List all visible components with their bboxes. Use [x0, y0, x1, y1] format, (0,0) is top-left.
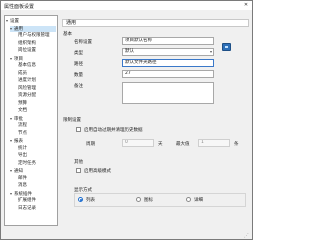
- tree-item-label: 系统插件: [14, 191, 32, 197]
- mode-radio-list-label: 列表: [86, 198, 95, 203]
- path-input[interactable]: 默认文件夹路径: [122, 59, 214, 67]
- tree-item-label: 消息: [18, 183, 27, 188]
- close-button[interactable]: ✕: [241, 2, 251, 9]
- tree-item[interactable]: 扩展组件: [14, 198, 56, 204]
- tree-item-label: 岗位设置: [18, 48, 36, 53]
- max-label: 最大值: [176, 142, 190, 147]
- advanced-checkbox[interactable]: [76, 168, 81, 173]
- type-select-value: 默认: [125, 49, 134, 54]
- picker-icon[interactable]: [222, 43, 231, 51]
- tree-item-label: 资源分配: [18, 93, 36, 98]
- type-label: 类型: [74, 51, 83, 56]
- mode-radio-icon-label: 图标: [144, 198, 153, 203]
- settings-panel: 通用 基本 名称设置 项目默认名称 类型 默认 ▾ 路径 默认文件夹路径 数量 …: [62, 19, 249, 223]
- tree-item[interactable]: ▾ 项目: [10, 56, 56, 62]
- mode-frame: [74, 193, 246, 207]
- tree-item[interactable]: 节点: [14, 131, 56, 137]
- tree-item-label: 通用: [14, 26, 23, 32]
- tree-item-label: 审批: [14, 116, 23, 122]
- mode-radio-detail-label: 详细: [194, 198, 203, 203]
- mode-radio-icon[interactable]: [136, 197, 141, 202]
- mode-radio-detail[interactable]: [186, 197, 191, 202]
- note-label: 备注: [74, 84, 83, 89]
- tree-item[interactable]: 定时任务: [14, 161, 56, 167]
- tree-item-label: 统计: [18, 145, 27, 151]
- window-title: 属性面板设置: [4, 4, 35, 10]
- note-textarea[interactable]: [122, 82, 214, 104]
- enable-label: 启用自动过期并清理历史数据: [84, 128, 143, 133]
- period-unit: 天: [158, 142, 163, 147]
- tree-item-label: 定时任务: [18, 160, 36, 166]
- resize-grip-icon[interactable]: ⋰: [244, 233, 249, 239]
- tree-item[interactable]: 文档: [14, 108, 56, 114]
- tree-item-label: 设置: [10, 19, 19, 24]
- tree-item[interactable]: 用户与权限管理: [14, 33, 56, 39]
- tree-item[interactable]: ▾ 报表: [10, 138, 56, 144]
- count-label: 数量: [74, 73, 83, 78]
- tree-item[interactable]: 消息: [14, 183, 56, 189]
- tree-item[interactable]: 风险管理: [14, 86, 56, 92]
- tree-item[interactable]: 组织架构: [14, 41, 56, 47]
- max-unit: 条: [234, 142, 239, 147]
- advanced-label: 启用高级模式: [84, 169, 111, 174]
- title-bar: 属性面板设置 ✕: [1, 1, 252, 10]
- tree-item-label: 预算: [18, 100, 27, 106]
- panel-header: 通用: [62, 19, 249, 27]
- tree-item[interactable]: 统计: [14, 146, 56, 152]
- enable-checkbox[interactable]: [76, 127, 81, 132]
- tree-item-label: 风险管理: [18, 85, 36, 91]
- name-input[interactable]: 项目默认名称: [122, 37, 214, 45]
- tree-item-label: 组织架构: [18, 40, 36, 46]
- tree-item-label: 导出: [18, 153, 27, 158]
- max-input[interactable]: 1: [198, 139, 230, 147]
- chevron-down-icon: ▾: [209, 49, 212, 54]
- tree-item[interactable]: 岗位设置: [14, 48, 56, 54]
- tree-item[interactable]: ▾ 设置: [6, 18, 56, 24]
- tree-item[interactable]: 流程: [14, 123, 56, 129]
- name-label: 名称设置: [74, 40, 92, 45]
- tree-item-label: 成员: [18, 70, 27, 76]
- options-group-label: 其他: [74, 160, 83, 165]
- tree-item[interactable]: ▾ 通用: [10, 25, 56, 32]
- tree-item-label: 流程: [18, 123, 27, 128]
- tree-item[interactable]: ▾ 系统插件: [10, 191, 56, 197]
- tree-item-label: 项目: [14, 56, 23, 62]
- tree-item[interactable]: 导出: [14, 153, 56, 159]
- tree-item-label: 通知: [14, 169, 23, 174]
- tree-item[interactable]: 日志记录: [14, 206, 56, 212]
- tree-item-label: 用户与权限管理: [18, 33, 50, 38]
- settings-window: 属性面板设置 ✕ ▾ 设置 ▾ 通用 用户与权限管理 组织架构 岗位设置 ▾ 项目 基本信息 成员进…: [0, 0, 253, 240]
- tree-item-label: 日志记录: [18, 205, 36, 211]
- tree-item[interactable]: 基本信息: [14, 63, 56, 69]
- tree-item[interactable]: ▾ 审批: [10, 116, 56, 122]
- tree-item-label: 扩展组件: [18, 198, 36, 203]
- tree-item[interactable]: 进度计划: [14, 78, 56, 84]
- tree-item[interactable]: ▾ 通知: [10, 168, 56, 174]
- tree-item-label: 文档: [18, 108, 27, 113]
- tree-item[interactable]: 预算: [14, 101, 56, 107]
- count-input[interactable]: 27: [122, 70, 214, 78]
- tree-item[interactable]: 成员: [14, 71, 56, 77]
- mode-radio-list[interactable]: [78, 197, 83, 202]
- tree-item-label: 报表: [14, 139, 23, 144]
- path-label: 路径: [74, 62, 83, 67]
- tree-item-label: 进度计划: [18, 78, 36, 83]
- tree-item-label: 邮件: [18, 175, 27, 181]
- period-label: 周期: [86, 142, 95, 147]
- tree-item[interactable]: 资源分配: [14, 93, 56, 99]
- basic-group-label: 基本: [63, 32, 72, 37]
- limits-group-label: 限制设置: [63, 118, 81, 123]
- tree-item[interactable]: 邮件: [14, 176, 56, 182]
- type-select[interactable]: 默认 ▾: [122, 48, 214, 56]
- tree-item-label: 节点: [18, 130, 27, 136]
- tree-item-label: 基本信息: [18, 63, 36, 68]
- settings-tree[interactable]: ▾ 设置 ▾ 通用 用户与权限管理 组织架构岗位设置 ▾ 项目 基本信息成员进度计划风险管理资源…: [4, 15, 58, 226]
- period-input[interactable]: 0: [122, 139, 154, 147]
